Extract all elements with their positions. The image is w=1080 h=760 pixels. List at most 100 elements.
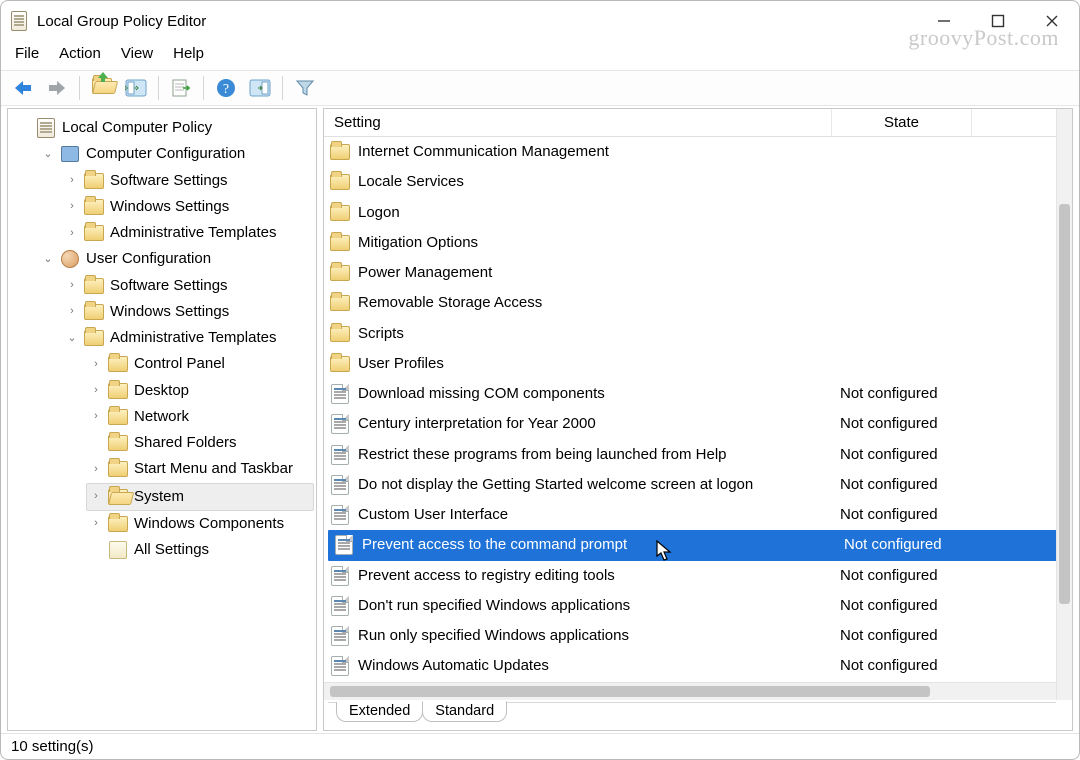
- tree-user-config[interactable]: ⌄ User Configuration ›Software Settings›…: [38, 246, 314, 563]
- status-text: 10 setting(s): [11, 738, 94, 755]
- chevron-down-icon[interactable]: ⌄: [66, 329, 78, 348]
- column-setting[interactable]: Setting: [324, 109, 832, 136]
- list-folder-row[interactable]: Power Management: [324, 258, 1072, 288]
- action-pane-button[interactable]: [244, 74, 276, 102]
- tree-node-label: Network: [134, 404, 189, 430]
- list-setting-row[interactable]: Century interpretation for Year 2000Not …: [324, 409, 1072, 439]
- tree-root-label: Local Computer Policy: [62, 115, 212, 141]
- tree-node[interactable]: ›Shared Folders: [86, 430, 314, 456]
- list-folder-row[interactable]: Locale Services: [324, 167, 1072, 197]
- toolbar-separator-4: [282, 76, 283, 100]
- tree-node[interactable]: ›Windows Settings: [62, 299, 314, 325]
- list-setting-row[interactable]: Restrict these programs from being launc…: [324, 440, 1072, 470]
- tree-node[interactable]: › Network: [86, 404, 314, 430]
- tree-node[interactable]: ›Control Panel: [86, 351, 314, 377]
- list-setting-row[interactable]: Download missing COM componentsNot confi…: [324, 379, 1072, 409]
- row-state: Not configured: [840, 593, 1010, 619]
- chevron-right-icon[interactable]: ›: [90, 355, 102, 374]
- tree-node[interactable]: ›System: [86, 483, 314, 511]
- tree-node[interactable]: ›Windows Settings: [62, 194, 314, 220]
- row-name: Prevent access to registry editing tools: [358, 563, 832, 589]
- tree-node[interactable]: ›Start Menu and Taskbar: [86, 456, 314, 482]
- up-folder-button[interactable]: [86, 74, 118, 102]
- filter-button[interactable]: [289, 74, 321, 102]
- vertical-scrollbar[interactable]: [1056, 109, 1072, 700]
- tree-node[interactable]: ›Software Settings: [62, 273, 314, 299]
- chevron-down-icon[interactable]: ⌄: [42, 250, 54, 269]
- window-title: Local Group Policy Editor: [37, 13, 206, 30]
- scroll-thumb[interactable]: [1059, 204, 1070, 604]
- column-state[interactable]: State: [832, 109, 972, 136]
- row-name: Custom User Interface: [358, 502, 832, 528]
- row-state: Not configured: [840, 563, 1010, 589]
- row-state: Not configured: [840, 653, 1010, 679]
- chevron-right-icon[interactable]: ›: [90, 460, 102, 479]
- status-bar: 10 setting(s): [1, 733, 1079, 759]
- list-folder-row[interactable]: Mitigation Options: [324, 228, 1072, 258]
- list-setting-row[interactable]: Don't run specified Windows applications…: [324, 591, 1072, 621]
- chevron-right-icon[interactable]: ›: [90, 514, 102, 533]
- back-button[interactable]: [7, 74, 39, 102]
- maximize-icon: [991, 14, 1005, 28]
- list-folder-row[interactable]: User Profiles: [324, 349, 1072, 379]
- chevron-down-icon[interactable]: ⌄: [42, 145, 54, 164]
- tree-node[interactable]: ›Windows Components: [86, 511, 314, 537]
- policy-icon: [331, 626, 349, 646]
- console-tree-button[interactable]: [120, 74, 152, 102]
- policy-icon: [331, 596, 349, 616]
- chevron-right-icon[interactable]: ›: [90, 381, 102, 400]
- chevron-right-icon[interactable]: ›: [90, 407, 102, 426]
- folder-open-icon: [108, 489, 128, 505]
- list-folder-row[interactable]: Removable Storage Access: [324, 288, 1072, 318]
- menu-view[interactable]: View: [117, 43, 165, 64]
- chevron-right-icon[interactable]: ›: [66, 302, 78, 321]
- tree-node[interactable]: ›Software Settings: [62, 168, 314, 194]
- menu-file[interactable]: File: [11, 43, 51, 64]
- action-pane-icon: [249, 79, 271, 97]
- tab-extended[interactable]: Extended: [336, 702, 423, 722]
- menu-help[interactable]: Help: [169, 43, 216, 64]
- chevron-right-icon[interactable]: ›: [90, 487, 102, 506]
- chevron-right-icon[interactable]: ›: [66, 197, 78, 216]
- row-state: Not configured: [840, 623, 1010, 649]
- tree-node[interactable]: ›Administrative Templates: [62, 220, 314, 246]
- list-folder-row[interactable]: Internet Communication Management: [324, 137, 1072, 167]
- forward-button[interactable]: [41, 74, 73, 102]
- arrow-left-icon: [12, 79, 34, 97]
- tree-computer-config[interactable]: ⌄ Computer Configuration ›Software Setti…: [38, 141, 314, 246]
- scroll-thumb[interactable]: [330, 686, 930, 697]
- list-body[interactable]: Internet Communication ManagementLocale …: [324, 137, 1072, 730]
- list-setting-row[interactable]: Run only specified Windows applicationsN…: [324, 621, 1072, 651]
- list-setting-row[interactable]: Custom User InterfaceNot configured: [324, 500, 1072, 530]
- list-setting-row[interactable]: Prevent access to the command promptNot …: [328, 530, 1066, 560]
- tab-standard[interactable]: Standard: [422, 701, 507, 722]
- export-list-button[interactable]: [165, 74, 197, 102]
- menu-action[interactable]: Action: [55, 43, 113, 64]
- maximize-button[interactable]: [975, 5, 1021, 37]
- console-tree-icon: [125, 79, 147, 97]
- tree-node[interactable]: ›Desktop: [86, 378, 314, 404]
- help-button[interactable]: ?: [210, 74, 242, 102]
- close-icon: [1045, 14, 1059, 28]
- tree-root[interactable]: ▸ Local Computer Policy ⌄ Computer Confi…: [14, 115, 314, 563]
- list-folder-row[interactable]: Scripts: [324, 319, 1072, 349]
- tree-admin-templates[interactable]: ⌄Administrative Templates›Control Panel›…: [62, 325, 314, 563]
- tree-node[interactable]: ›All Settings: [86, 537, 314, 563]
- chevron-right-icon[interactable]: ›: [66, 171, 78, 190]
- list-folder-row[interactable]: Logon: [324, 198, 1072, 228]
- minimize-button[interactable]: [921, 5, 967, 37]
- up-arrow-icon: [97, 72, 109, 82]
- minimize-icon: [937, 14, 951, 28]
- close-button[interactable]: [1029, 5, 1075, 37]
- horizontal-scrollbar[interactable]: [324, 682, 1056, 700]
- chevron-right-icon[interactable]: ›: [66, 276, 78, 295]
- list-setting-row[interactable]: Windows Automatic UpdatesNot configured: [324, 651, 1072, 681]
- chevron-right-icon[interactable]: ›: [66, 224, 78, 243]
- folder-icon: [330, 326, 350, 342]
- list-setting-row[interactable]: Prevent access to registry editing tools…: [324, 561, 1072, 591]
- folder-icon: [108, 383, 128, 399]
- content-area: ▸ Local Computer Policy ⌄ Computer Confi…: [1, 106, 1079, 733]
- folder-icon: [84, 304, 104, 320]
- policy-tree[interactable]: ▸ Local Computer Policy ⌄ Computer Confi…: [8, 109, 316, 569]
- list-setting-row[interactable]: Do not display the Getting Started welco…: [324, 470, 1072, 500]
